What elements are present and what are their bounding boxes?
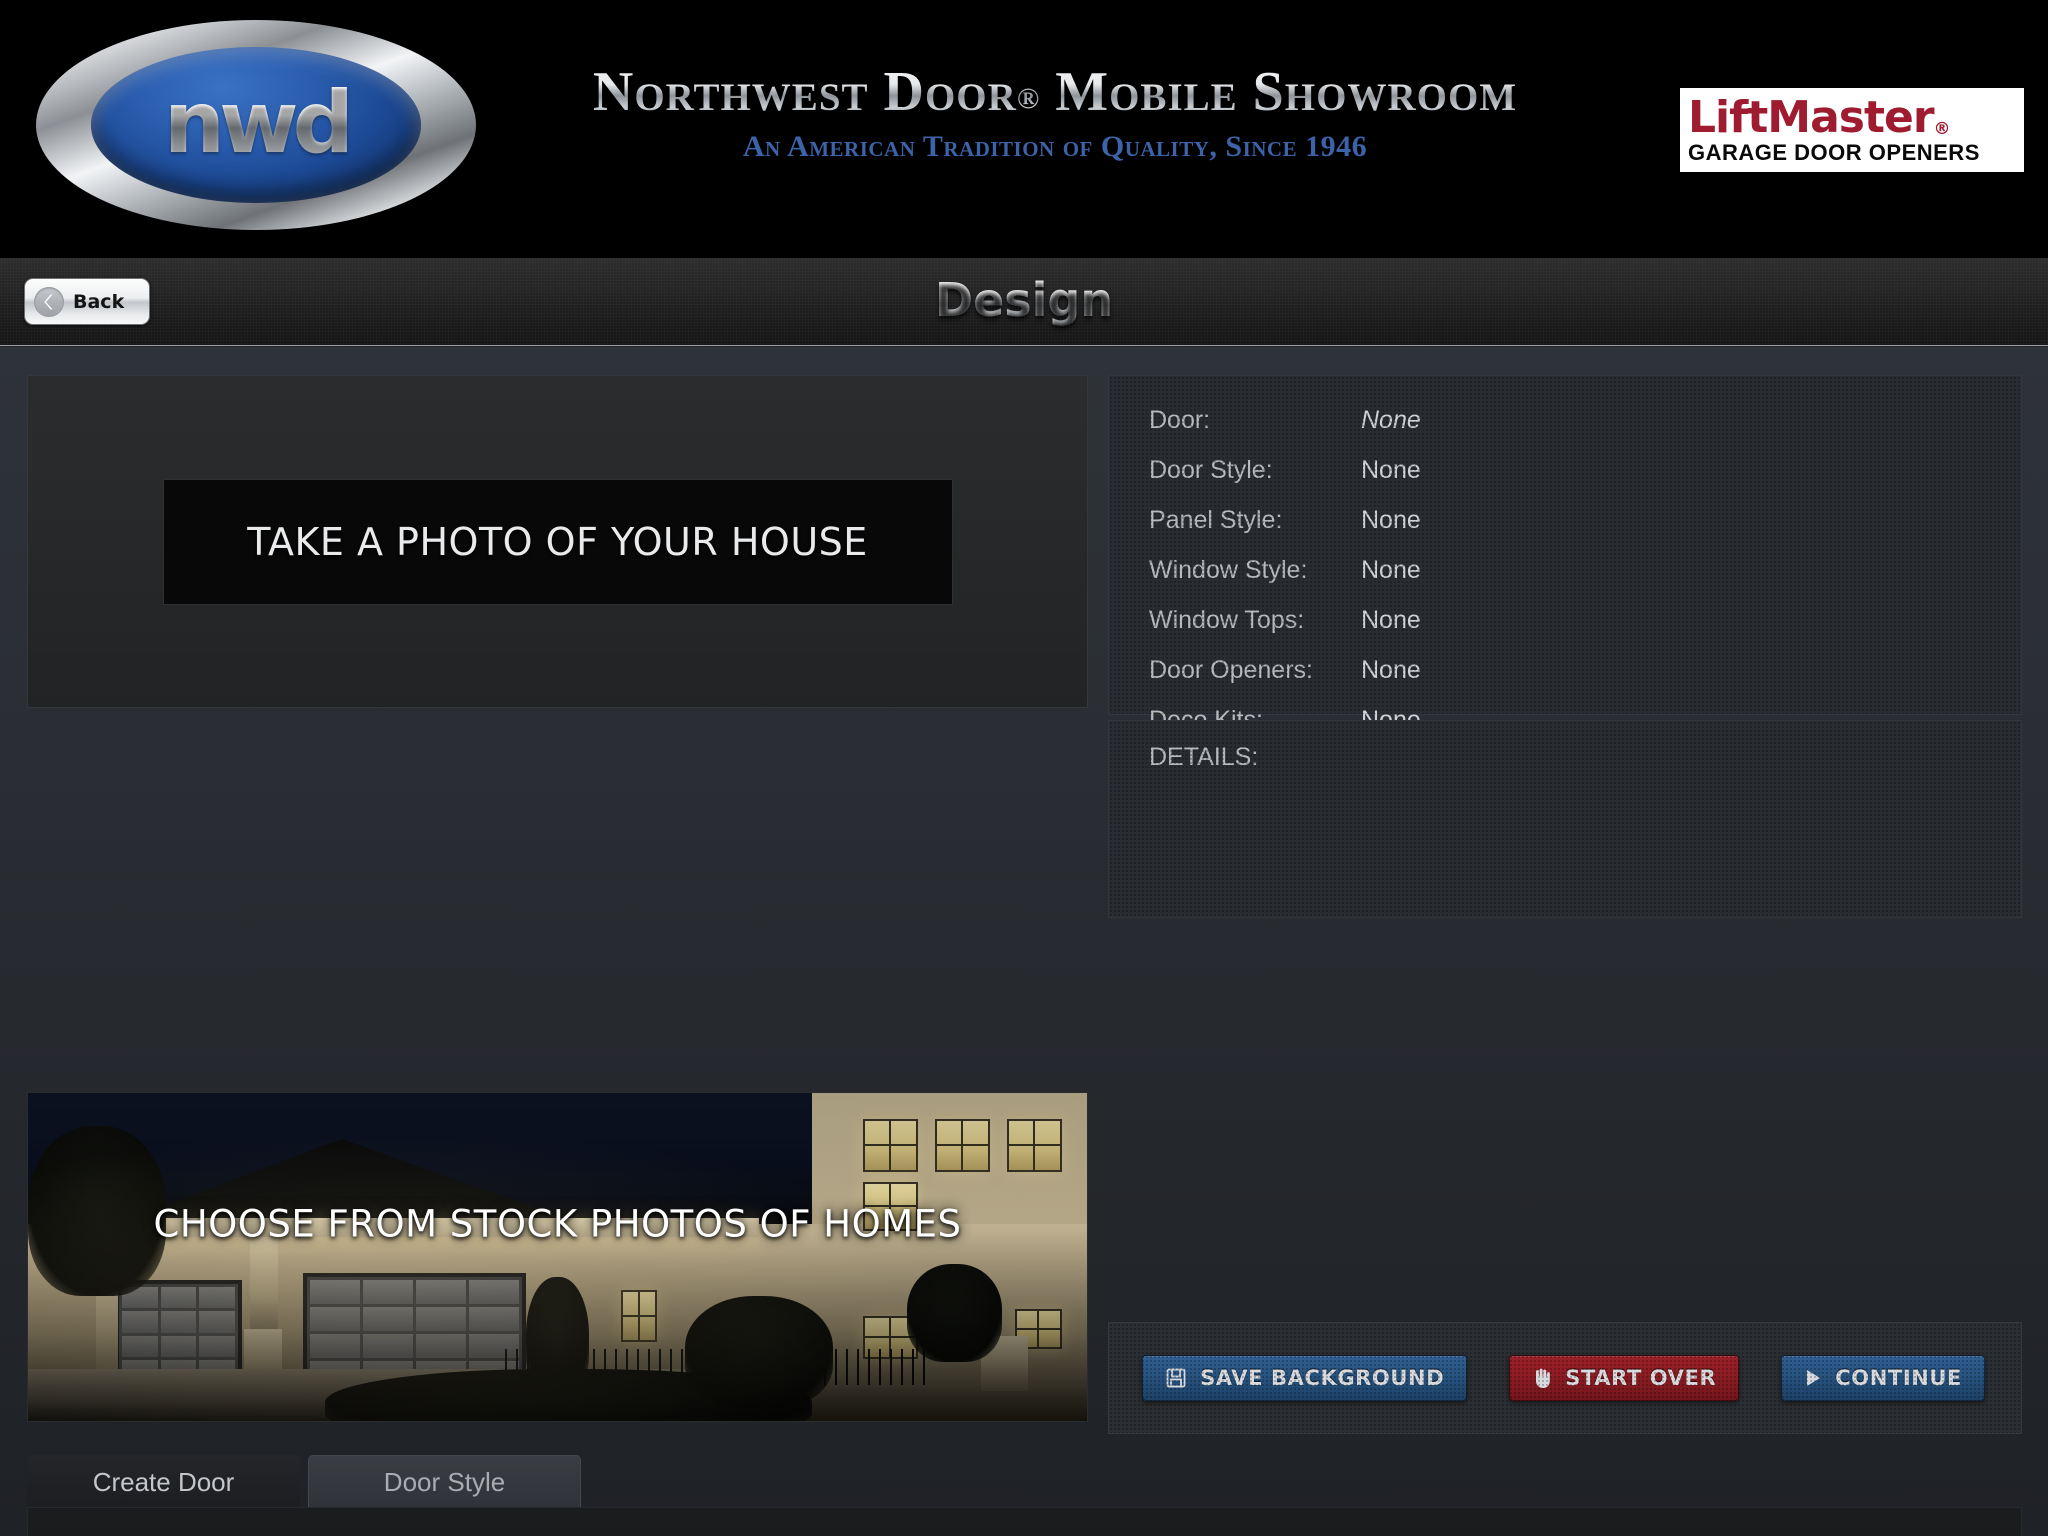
spec-row-window-style: Window Style: None xyxy=(1149,556,1421,606)
stock-photos-label: CHOOSE FROM STOCK PHOTOS OF HOMES xyxy=(153,1202,962,1246)
liftmaster-registered-mark: ® xyxy=(1933,119,1951,140)
spec-label: Door Openers: xyxy=(1149,656,1313,684)
brand-tagline: An American Tradition of Quality, Since … xyxy=(742,130,1368,163)
brand-title: Northwest Door® Mobile Showroom xyxy=(500,60,1610,124)
stock-photos-panel[interactable]: CHOOSE FROM STOCK PHOTOS OF HOMES xyxy=(27,1092,1088,1422)
spec-row-panel-style: Panel Style: None xyxy=(1149,506,1421,556)
stop-hand-icon xyxy=(1532,1367,1552,1389)
spec-value: None xyxy=(1361,606,1421,634)
spec-row-door-openers: Door Openers: None xyxy=(1149,656,1421,706)
take-photo-panel[interactable]: TAKE A PHOTO OF YOUR HOUSE xyxy=(27,375,1088,708)
spec-row-window-tops: Window Tops: None xyxy=(1149,606,1421,656)
logo-wordmark: nwd xyxy=(91,73,421,173)
photo-overlay-shade xyxy=(28,1093,1087,1421)
liftmaster-wordmark: LiftMaster® xyxy=(1688,96,2016,140)
registered-mark: ® xyxy=(1016,82,1041,115)
door-tabs: Create Door Door Style xyxy=(27,1455,581,1509)
action-buttons-panel: SAVE BACKGROUND START OVER CONTINUE xyxy=(1108,1322,2022,1434)
nwd-oval-logo: nwd xyxy=(36,20,476,230)
tab-create-door-label: Create Door xyxy=(92,1466,235,1497)
spec-label: Door: xyxy=(1149,406,1211,434)
continue-label: CONTINUE xyxy=(1835,1366,1962,1390)
details-label: DETAILS: xyxy=(1149,743,1259,771)
page-title-bar: Back Design xyxy=(0,258,2048,346)
save-background-button[interactable]: SAVE BACKGROUND xyxy=(1142,1355,1468,1401)
spec-value: None xyxy=(1361,506,1421,534)
spec-label: Panel Style: xyxy=(1149,506,1283,534)
door-spec-list: Door: None Door Style: None Panel Style:… xyxy=(1149,406,1421,756)
app-root: nwd Northwest Door® Mobile Showroom An A… xyxy=(0,0,2048,1536)
spec-row-door-style: Door Style: None xyxy=(1149,456,1421,506)
spec-value: None xyxy=(1361,556,1421,584)
spec-label: Window Style: xyxy=(1149,556,1308,584)
brand-text-block: Northwest Door® Mobile Showroom An Ameri… xyxy=(500,60,1610,164)
page-title: Design xyxy=(0,272,2048,326)
details-panel: DETAILS: xyxy=(1108,720,2022,918)
play-triangle-icon xyxy=(1804,1368,1822,1388)
take-photo-button[interactable]: TAKE A PHOTO OF YOUR HOUSE xyxy=(162,478,953,605)
continue-button[interactable]: CONTINUE xyxy=(1781,1355,1985,1401)
tab-create-door[interactable]: Create Door xyxy=(27,1455,300,1509)
spec-label: Window Tops: xyxy=(1149,606,1305,634)
spec-row-door: Door: None xyxy=(1149,406,1421,456)
liftmaster-logo: LiftMaster® GARAGE DOOR OPENERS xyxy=(1680,88,2024,172)
spec-value: None xyxy=(1361,656,1421,684)
spec-value: None xyxy=(1361,406,1421,434)
liftmaster-subtitle: GARAGE DOOR OPENERS xyxy=(1688,139,1980,165)
spec-label: Door Style: xyxy=(1149,456,1273,484)
tab-door-style[interactable]: Door Style xyxy=(308,1455,581,1509)
start-over-label: START OVER xyxy=(1565,1366,1717,1390)
liftmaster-name: LiftMaster xyxy=(1688,92,1935,144)
take-photo-label: TAKE A PHOTO OF YOUR HOUSE xyxy=(247,519,868,564)
spec-value: None xyxy=(1361,456,1421,484)
door-summary-panel: Door: None Door Style: None Panel Style:… xyxy=(1108,375,2022,734)
save-floppy-icon xyxy=(1165,1367,1187,1389)
door-options-panel: Single Door Double Door xyxy=(27,1507,2022,1536)
start-over-button[interactable]: START OVER xyxy=(1509,1355,1740,1401)
save-background-label: SAVE BACKGROUND xyxy=(1200,1366,1445,1390)
brand-title-primary: Northwest Door xyxy=(592,61,1017,123)
brand-header: nwd Northwest Door® Mobile Showroom An A… xyxy=(0,0,2048,258)
logo-blue-field: nwd xyxy=(91,47,421,203)
tab-door-style-label: Door Style xyxy=(383,1467,506,1497)
content-area: TAKE A PHOTO OF YOUR HOUSE CHOOSE FROM S… xyxy=(0,347,2048,1536)
brand-title-secondary: Mobile Showroom xyxy=(1055,61,1518,123)
